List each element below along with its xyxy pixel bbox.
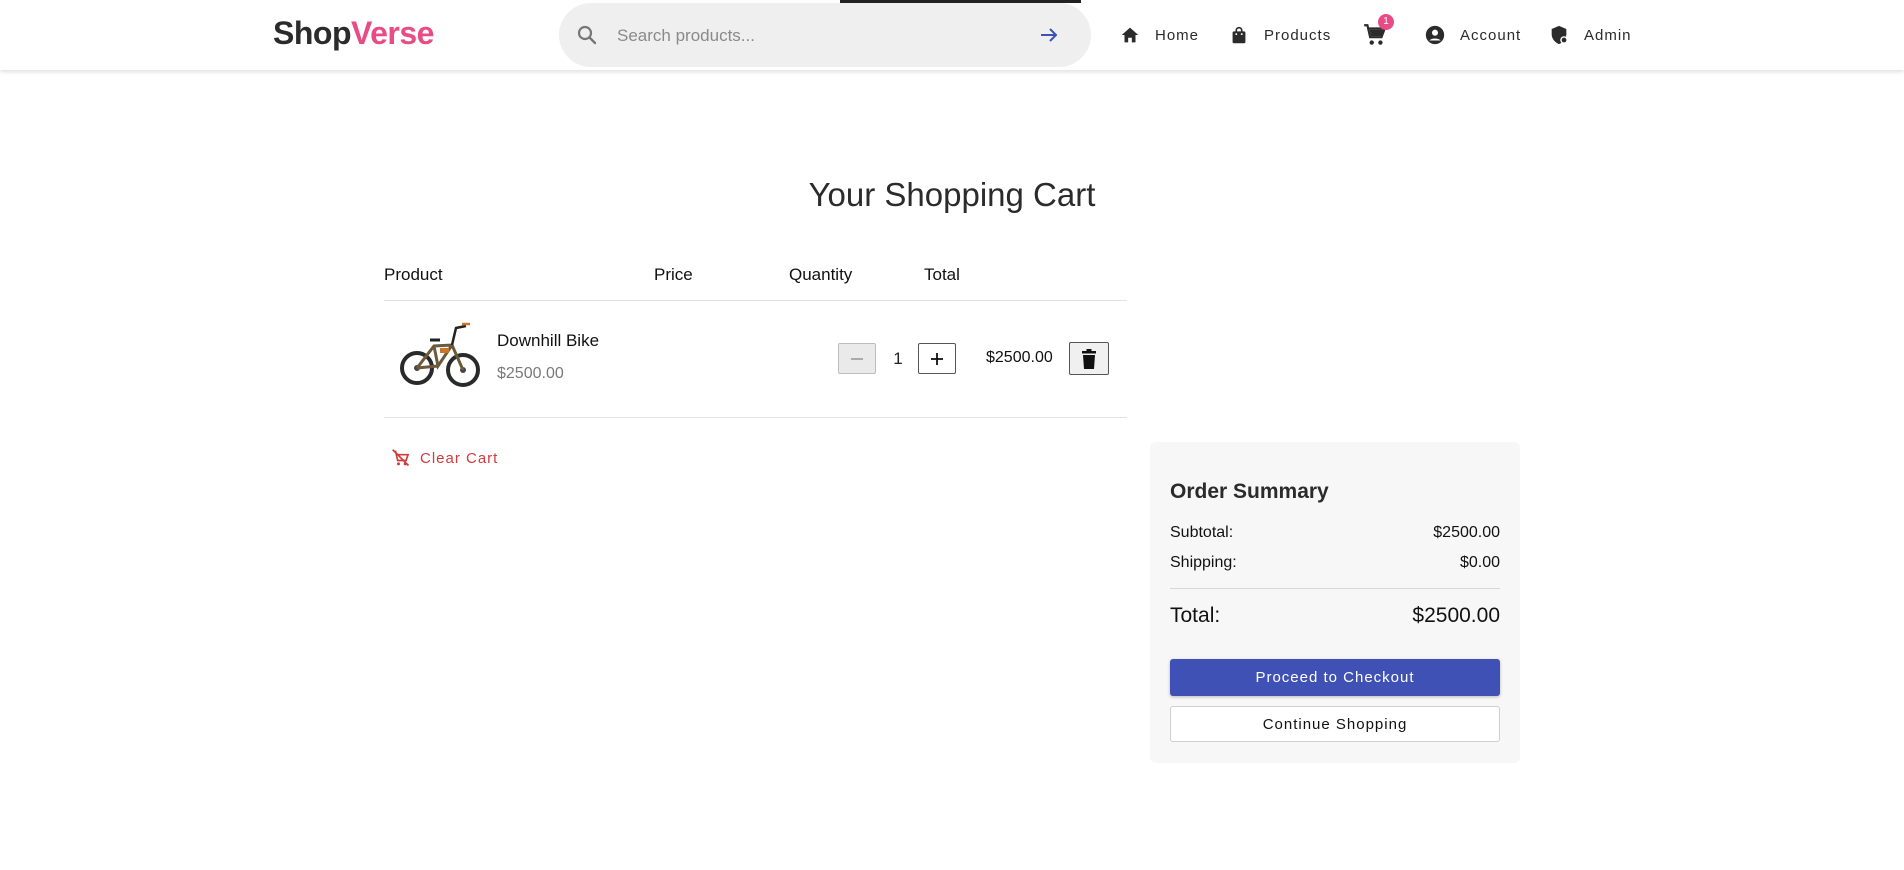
summary-divider — [1170, 588, 1500, 589]
cart-count-badge: 1 — [1378, 14, 1394, 30]
column-header-total: Total — [924, 265, 960, 284]
continue-shopping-button[interactable]: Continue Shopping — [1170, 706, 1500, 742]
logo-text-verse: Verse — [350, 15, 434, 51]
page-title: Your Shopping Cart — [808, 176, 1096, 213]
trash-icon — [1082, 348, 1096, 369]
proceed-to-checkout-button[interactable]: Proceed to Checkout — [1170, 659, 1500, 696]
plus-icon — [931, 352, 943, 365]
nav-home[interactable]: Home — [1119, 20, 1199, 50]
search-input[interactable] — [615, 19, 1019, 53]
product-image-bike[interactable] — [400, 318, 482, 394]
total-value: $2500.00 — [1412, 604, 1500, 627]
subtotal-value: $2500.00 — [1433, 524, 1500, 541]
account-circle-icon — [1425, 25, 1445, 45]
column-header-quantity: Quantity — [789, 265, 853, 284]
shipping-row: Shipping: $0.00 — [1170, 554, 1500, 572]
order-summary-title: Order Summary — [1170, 480, 1329, 503]
arrow-right-icon[interactable] — [1037, 23, 1061, 47]
site-logo[interactable]: ShopVerse — [273, 15, 434, 52]
nav-products[interactable]: Products — [1228, 20, 1331, 50]
remove-cart-icon — [392, 449, 410, 467]
total-row: Total: $2500.00 — [1170, 604, 1500, 628]
total-label: Total: — [1170, 604, 1221, 627]
home-icon — [1121, 27, 1139, 43]
minus-icon — [851, 357, 863, 360]
nav-cart[interactable]: 1 — [1362, 14, 1394, 48]
search-icon — [577, 25, 597, 45]
decrease-quantity-button[interactable] — [838, 343, 876, 374]
nav-admin[interactable]: Admin — [1548, 20, 1632, 50]
subtotal-label: Subtotal: — [1170, 524, 1234, 541]
item-total: $2500.00 — [986, 349, 1053, 366]
nav-products-label: Products — [1264, 26, 1332, 44]
column-header-price: Price — [654, 265, 693, 284]
quantity-value: 1 — [893, 349, 903, 368]
search-bar — [559, 3, 1091, 67]
subtotal-row: Subtotal: $2500.00 — [1170, 524, 1500, 542]
shopping-bag-icon — [1232, 26, 1246, 44]
clear-cart-label: Clear Cart — [420, 449, 499, 467]
shipping-value: $0.00 — [1459, 554, 1500, 571]
shipping-label: Shipping: — [1170, 554, 1237, 571]
nav-account-label: Account — [1460, 26, 1522, 44]
top-navbar: ShopVerse Home Products — [0, 0, 1904, 70]
increase-quantity-button[interactable] — [918, 343, 956, 374]
remove-item-button[interactable] — [1069, 342, 1109, 375]
table-divider — [384, 300, 1127, 301]
nav-home-label: Home — [1155, 26, 1200, 44]
clear-cart-button[interactable]: Clear Cart — [391, 448, 498, 468]
nav-admin-label: Admin — [1584, 26, 1632, 44]
table-divider — [384, 417, 1127, 418]
logo-text-shop: Shop — [273, 15, 351, 51]
nav-account[interactable]: Account — [1424, 20, 1521, 50]
order-summary-panel: Order Summary Subtotal: $2500.00 Shippin… — [1150, 442, 1520, 763]
column-header-product: Product — [384, 265, 443, 284]
admin-shield-icon — [1551, 25, 1568, 45]
product-unit-price: $2500.00 — [497, 365, 564, 382]
product-name[interactable]: Downhill Bike — [497, 331, 599, 351]
